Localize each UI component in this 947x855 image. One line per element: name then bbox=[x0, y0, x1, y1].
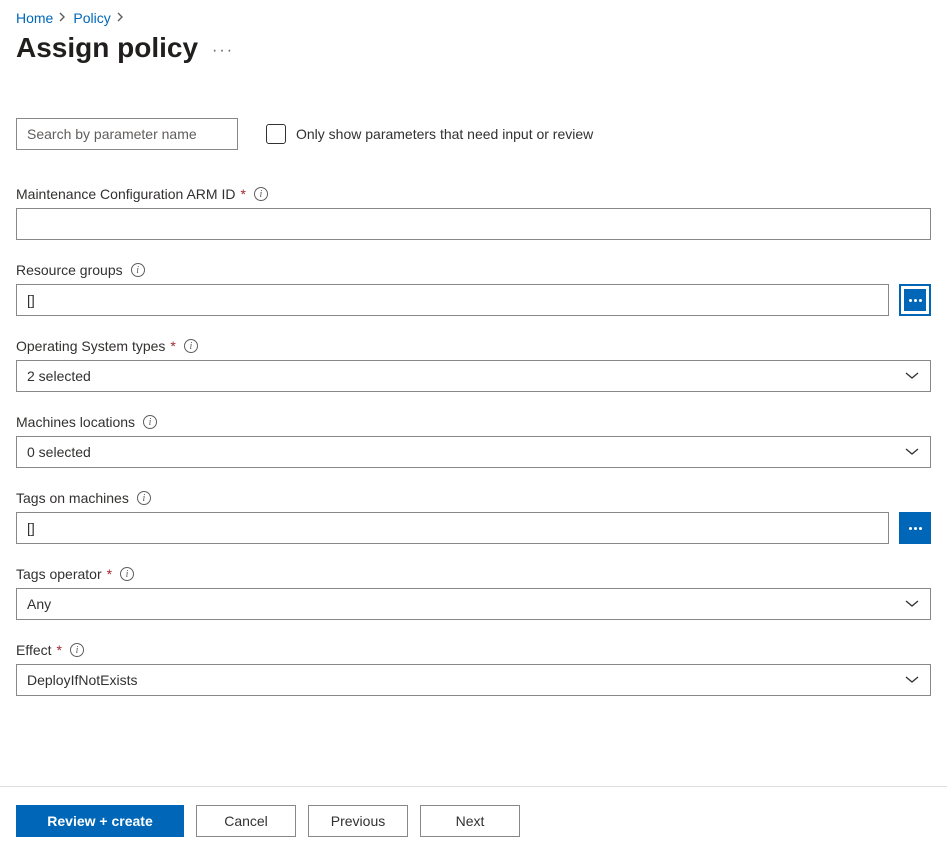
locations-value: 0 selected bbox=[27, 444, 91, 460]
info-icon[interactable]: i bbox=[131, 263, 145, 277]
cancel-button[interactable]: Cancel bbox=[196, 805, 296, 837]
required-star-icon: * bbox=[170, 338, 175, 354]
tags-operator-select[interactable]: Any bbox=[16, 588, 931, 620]
footer-toolbar: Review + create Cancel Previous Next bbox=[0, 786, 947, 855]
field-tags-operator: Tags operator * i Any bbox=[16, 566, 931, 620]
chevron-right-icon bbox=[59, 11, 67, 25]
info-icon[interactable]: i bbox=[143, 415, 157, 429]
tags-operator-value: Any bbox=[27, 596, 51, 612]
resource-groups-ellipsis-button[interactable] bbox=[899, 284, 931, 316]
effect-select[interactable]: DeployIfNotExists bbox=[16, 664, 931, 696]
required-star-icon: * bbox=[107, 566, 112, 582]
info-icon[interactable]: i bbox=[254, 187, 268, 201]
only-show-checkbox-wrap: Only show parameters that need input or … bbox=[266, 124, 593, 144]
os-types-label: Operating System types bbox=[16, 338, 165, 354]
os-types-value: 2 selected bbox=[27, 368, 91, 384]
filter-row: Only show parameters that need input or … bbox=[16, 118, 931, 150]
required-star-icon: * bbox=[240, 186, 245, 202]
breadcrumb-home[interactable]: Home bbox=[16, 10, 53, 26]
next-button[interactable]: Next bbox=[420, 805, 520, 837]
chevron-right-icon bbox=[117, 11, 125, 25]
resource-groups-input[interactable] bbox=[16, 284, 889, 316]
resource-groups-label: Resource groups bbox=[16, 262, 123, 278]
ellipsis-icon bbox=[909, 527, 922, 530]
field-locations: Machines locations i 0 selected bbox=[16, 414, 931, 468]
page-title: Assign policy bbox=[16, 32, 198, 64]
breadcrumb-policy[interactable]: Policy bbox=[73, 10, 110, 26]
only-show-checkbox[interactable] bbox=[266, 124, 286, 144]
required-star-icon: * bbox=[57, 642, 62, 658]
locations-select[interactable]: 0 selected bbox=[16, 436, 931, 468]
locations-label: Machines locations bbox=[16, 414, 135, 430]
info-icon[interactable]: i bbox=[184, 339, 198, 353]
page-header: Assign policy ··· bbox=[16, 32, 931, 64]
search-input[interactable] bbox=[16, 118, 238, 150]
review-create-button[interactable]: Review + create bbox=[16, 805, 184, 837]
field-effect: Effect * i DeployIfNotExists bbox=[16, 642, 931, 696]
field-os-types: Operating System types * i 2 selected bbox=[16, 338, 931, 392]
tags-machines-input[interactable] bbox=[16, 512, 889, 544]
tags-machines-label: Tags on machines bbox=[16, 490, 129, 506]
only-show-label: Only show parameters that need input or … bbox=[296, 126, 593, 142]
field-maint-config: Maintenance Configuration ARM ID * i bbox=[16, 186, 931, 240]
info-icon[interactable]: i bbox=[137, 491, 151, 505]
info-icon[interactable]: i bbox=[120, 567, 134, 581]
maint-config-input[interactable] bbox=[16, 208, 931, 240]
tags-machines-ellipsis-button[interactable] bbox=[899, 512, 931, 544]
field-resource-groups: Resource groups i bbox=[16, 262, 931, 316]
info-icon[interactable]: i bbox=[70, 643, 84, 657]
maint-config-label: Maintenance Configuration ARM ID bbox=[16, 186, 235, 202]
breadcrumb: Home Policy bbox=[16, 8, 931, 32]
ellipsis-icon bbox=[904, 289, 926, 311]
field-tags-machines: Tags on machines i bbox=[16, 490, 931, 544]
tags-operator-label: Tags operator bbox=[16, 566, 102, 582]
more-icon[interactable]: ··· bbox=[212, 36, 234, 60]
effect-label: Effect bbox=[16, 642, 52, 658]
effect-value: DeployIfNotExists bbox=[27, 672, 137, 688]
previous-button[interactable]: Previous bbox=[308, 805, 408, 837]
os-types-select[interactable]: 2 selected bbox=[16, 360, 931, 392]
